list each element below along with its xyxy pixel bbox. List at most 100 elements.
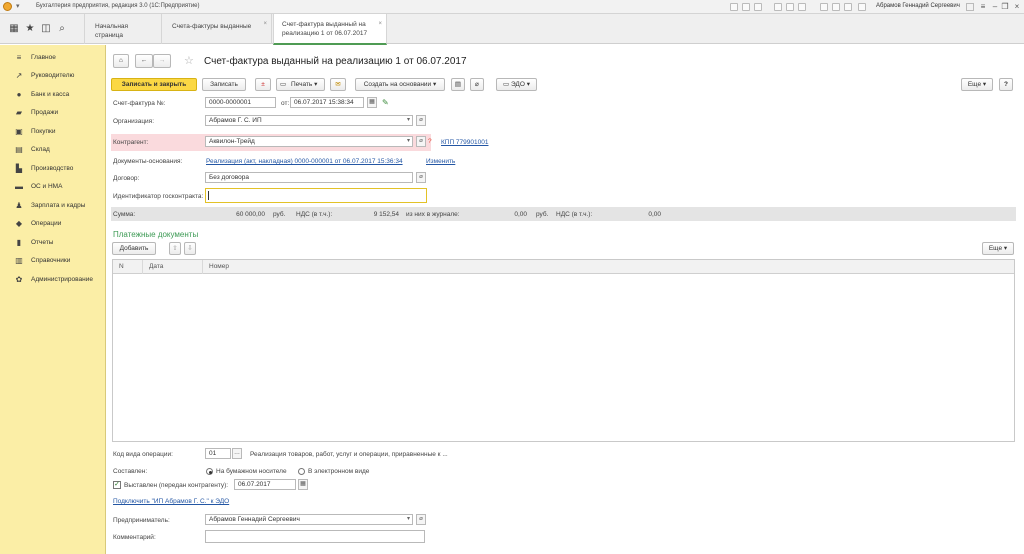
entrepreneur-field[interactable]: Абрамов Геннадий Сергеевич ▾ [205,514,413,525]
favorites-star-icon[interactable]: ★ [24,23,36,35]
save-button[interactable]: Записать [202,78,246,91]
sidebar-item-reports[interactable]: ▮ Отчеты [0,234,106,252]
m-icon[interactable] [820,3,828,11]
favorite-star-icon[interactable]: ☆ [184,54,194,67]
sidebar-item-operations[interactable]: ◆ Операции [0,215,106,233]
basis-document-link[interactable]: Реализация (акт, накладная) 0000-000001 … [206,158,403,165]
sidebar-item-assets[interactable]: ▬ ОС и НМА [0,178,106,196]
star-icon[interactable] [774,3,782,11]
minimize-icon[interactable]: – [990,2,1000,12]
create-based-on-button[interactable]: Создать на основании ▾ [355,78,445,91]
zoom-icon[interactable] [858,3,866,11]
open-link-icon[interactable]: ⌀ [416,115,426,126]
sidebar-item-label: Справочники [31,257,71,264]
electronic-radio[interactable] [298,468,305,475]
open-link-icon[interactable]: ⌀ [416,136,426,147]
column-header-number[interactable]: Номер [203,260,1014,274]
sidebar-item-production[interactable]: ▙ Производство [0,160,106,178]
invoice-number-field[interactable]: 0000-0000001 [205,97,276,108]
tab-home[interactable]: Начальная страница [84,14,162,44]
dropdown-arrow-icon[interactable]: ▾ [407,515,410,524]
m-plus-icon[interactable] [832,3,840,11]
print-icon[interactable] [742,3,750,11]
grid-menu-icon[interactable]: ▦ [8,23,20,35]
restore-icon[interactable]: ❐ [1000,2,1010,12]
attachment-icon[interactable]: ⌀ [470,78,484,91]
paper-radio[interactable] [206,468,213,475]
move-down-icon[interactable]: ⇩ [184,242,196,255]
sidebar-item-admin[interactable]: ✿ Администрирование [0,271,106,289]
sidebar-item-main[interactable]: ≡ Главное [0,49,106,67]
connect-edo-link[interactable]: Подключить "ИП Абрамов Г. С." к ЭДО [113,498,229,505]
change-link[interactable]: Изменить [426,158,455,165]
print-button[interactable]: ▭ Печать ▾ [276,78,325,91]
sidebar-item-label: Продажи [31,109,59,116]
arrow-dropdown-icon[interactable]: ▾ [16,2,20,10]
more-button[interactable]: Еще ▾ [961,78,993,91]
settings-icon[interactable]: ≡ [978,2,988,12]
sidebar-item-warehouse[interactable]: ▤ Склад [0,141,106,159]
select-button[interactable]: … [232,448,242,459]
link-icon[interactable] [754,3,762,11]
edo-button[interactable]: ▭ ЭДО ▾ [496,78,537,91]
move-up-icon[interactable]: ⇧ [169,242,181,255]
tab-close-icon[interactable]: × [378,20,382,29]
edit-check-icon[interactable]: ✎ [382,98,389,107]
close-icon[interactable]: × [1012,2,1022,12]
search-icon[interactable]: ⌕ [56,23,68,35]
gov-contract-input[interactable] [205,188,427,203]
issued-date-field[interactable]: 06.07.2017 [234,479,296,490]
add-button[interactable]: Добавить [112,242,156,255]
sidebar-item-label: Зарплата и кадры [31,202,86,209]
kpp-link[interactable]: КПП 779901001 [441,139,488,146]
tab-label: Начальная страница [95,23,129,39]
home-button[interactable]: ⌂ [113,54,129,68]
payments-section-title: Платежные документы [113,230,199,239]
contract-field[interactable]: Без договора [205,172,413,183]
more-button[interactable]: Еще ▾ [982,242,1014,255]
tab-close-icon[interactable]: × [263,20,267,29]
operations-icon: ◆ [15,219,23,228]
m-minus-icon[interactable] [844,3,852,11]
dropdown-arrow-icon[interactable]: ▾ [407,137,410,146]
invoice-date-field[interactable]: 06.07.2017 15:38:34 [290,97,364,108]
calc-icon[interactable] [786,3,794,11]
contract-label: Договор: [113,175,140,182]
tab-invoices-list[interactable]: Счета-фактуры выданные × [162,14,272,44]
sidebar-item-bank[interactable]: ● Банк и касса [0,86,106,104]
payments-table[interactable]: N Дата Номер [112,259,1015,442]
tab-invoice-form[interactable]: Счет-фактура выданный на реализацию 1 от… [273,14,387,45]
operation-code-field[interactable]: 01 [205,448,231,459]
sidebar-item-director[interactable]: ↗ Руководителю [0,67,106,85]
help-button[interactable]: ? [999,78,1013,91]
issued-checkbox[interactable]: ✓ [113,481,121,489]
forward-button[interactable]: → [153,54,171,68]
counterparty-field[interactable]: Аквилон-Трейд ▾ [205,136,413,147]
edo-label: ЭДО [510,81,525,88]
back-button[interactable]: ← [135,54,153,68]
email-icon[interactable]: ✉ [330,78,346,91]
comment-field[interactable] [205,530,425,543]
save-icon[interactable] [730,3,738,11]
organization-field[interactable]: Абрамов Г. С. ИП ▾ [205,115,413,126]
info-icon[interactable] [966,3,974,11]
column-header-date[interactable]: Дата [143,260,203,274]
history-icon[interactable]: ◫ [40,23,52,35]
posting-icon[interactable]: ± [255,78,271,91]
calendar-icon[interactable] [798,3,806,11]
counterparty-label: Контрагент: [113,139,149,146]
calendar-icon[interactable]: ▦ [367,97,377,108]
sidebar-item-sales[interactable]: ▰ Продажи [0,104,106,122]
sidebar-item-salary[interactable]: ♟ Зарплата и кадры [0,197,106,215]
document-icon[interactable]: ▤ [451,78,465,91]
open-link-icon[interactable]: ⌀ [416,172,426,183]
open-link-icon[interactable]: ⌀ [416,514,426,525]
save-and-close-button[interactable]: Записать и закрыть [111,78,197,91]
column-header-n[interactable]: N [113,260,143,274]
calendar-icon[interactable]: ▦ [298,479,308,490]
current-user[interactable]: Абрамов Геннадий Сергеевич [876,3,960,9]
sidebar-item-purchases[interactable]: ▣ Покупки [0,123,106,141]
question-icon[interactable]: ? [428,138,432,145]
dropdown-arrow-icon[interactable]: ▾ [407,116,410,125]
sidebar-item-catalogs[interactable]: ▥ Справочники [0,252,106,270]
